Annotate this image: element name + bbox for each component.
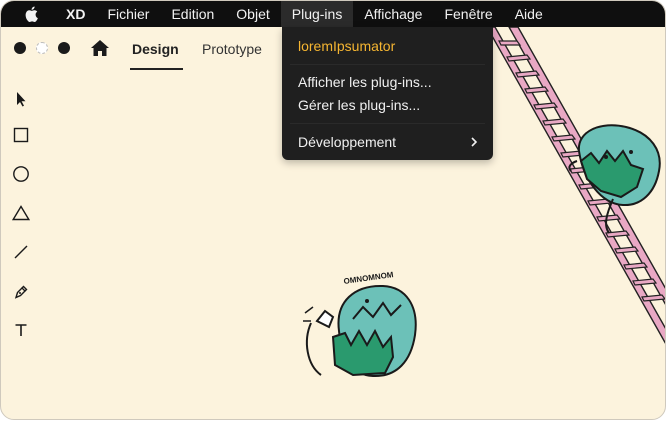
rectangle-icon[interactable] bbox=[9, 123, 33, 147]
tab-design[interactable]: Design bbox=[130, 41, 183, 70]
select-arrow-icon[interactable] bbox=[9, 87, 33, 111]
menu-fenetre[interactable]: Fenêtre bbox=[433, 1, 503, 27]
app-window: OMNOMNOM Design Prototype XD Fichier Edi… bbox=[0, 0, 666, 420]
menu-item-gerer-plugins[interactable]: Gérer les plug-ins... bbox=[298, 95, 479, 115]
menu-bar: XD Fichier Edition Objet Plug-ins Affich… bbox=[1, 1, 665, 27]
menu-fichier[interactable]: Fichier bbox=[96, 1, 160, 27]
minimize-window-button[interactable] bbox=[36, 42, 48, 54]
eating-monster bbox=[303, 284, 417, 378]
chevron-right-icon bbox=[469, 132, 479, 157]
menu-plug-ins[interactable]: Plug-ins bbox=[280, 1, 354, 27]
plug-ins-dropdown-menu: loremIpsumator Afficher les plug-ins... … bbox=[282, 27, 493, 160]
apple-logo-icon[interactable] bbox=[21, 4, 41, 24]
close-window-button[interactable] bbox=[14, 42, 26, 54]
menu-aide[interactable]: Aide bbox=[504, 1, 554, 27]
menu-separator bbox=[290, 64, 485, 65]
menu-objet[interactable]: Objet bbox=[225, 1, 280, 27]
ellipse-icon[interactable] bbox=[9, 162, 33, 186]
polygon-icon[interactable] bbox=[9, 201, 33, 225]
menu-item-developpement[interactable]: Développement bbox=[298, 132, 479, 152]
menu-xd[interactable]: XD bbox=[55, 1, 96, 27]
menu-item-developpement-label: Développement bbox=[298, 134, 397, 150]
home-icon[interactable] bbox=[90, 39, 110, 57]
zoom-window-button[interactable] bbox=[58, 42, 70, 54]
menu-separator bbox=[290, 123, 485, 124]
pen-icon[interactable] bbox=[9, 280, 33, 304]
line-icon[interactable] bbox=[9, 240, 33, 264]
menu-item-loremipsumator[interactable]: loremIpsumator bbox=[298, 36, 479, 56]
menu-item-afficher-plugins[interactable]: Afficher les plug-ins... bbox=[298, 72, 479, 92]
menu-affichage[interactable]: Affichage bbox=[353, 1, 433, 27]
tab-prototype[interactable]: Prototype bbox=[202, 41, 262, 57]
menu-edition[interactable]: Edition bbox=[160, 1, 225, 27]
omnomnom-sticker-text: OMNOMNOM bbox=[343, 270, 394, 286]
text-icon[interactable] bbox=[9, 318, 33, 342]
